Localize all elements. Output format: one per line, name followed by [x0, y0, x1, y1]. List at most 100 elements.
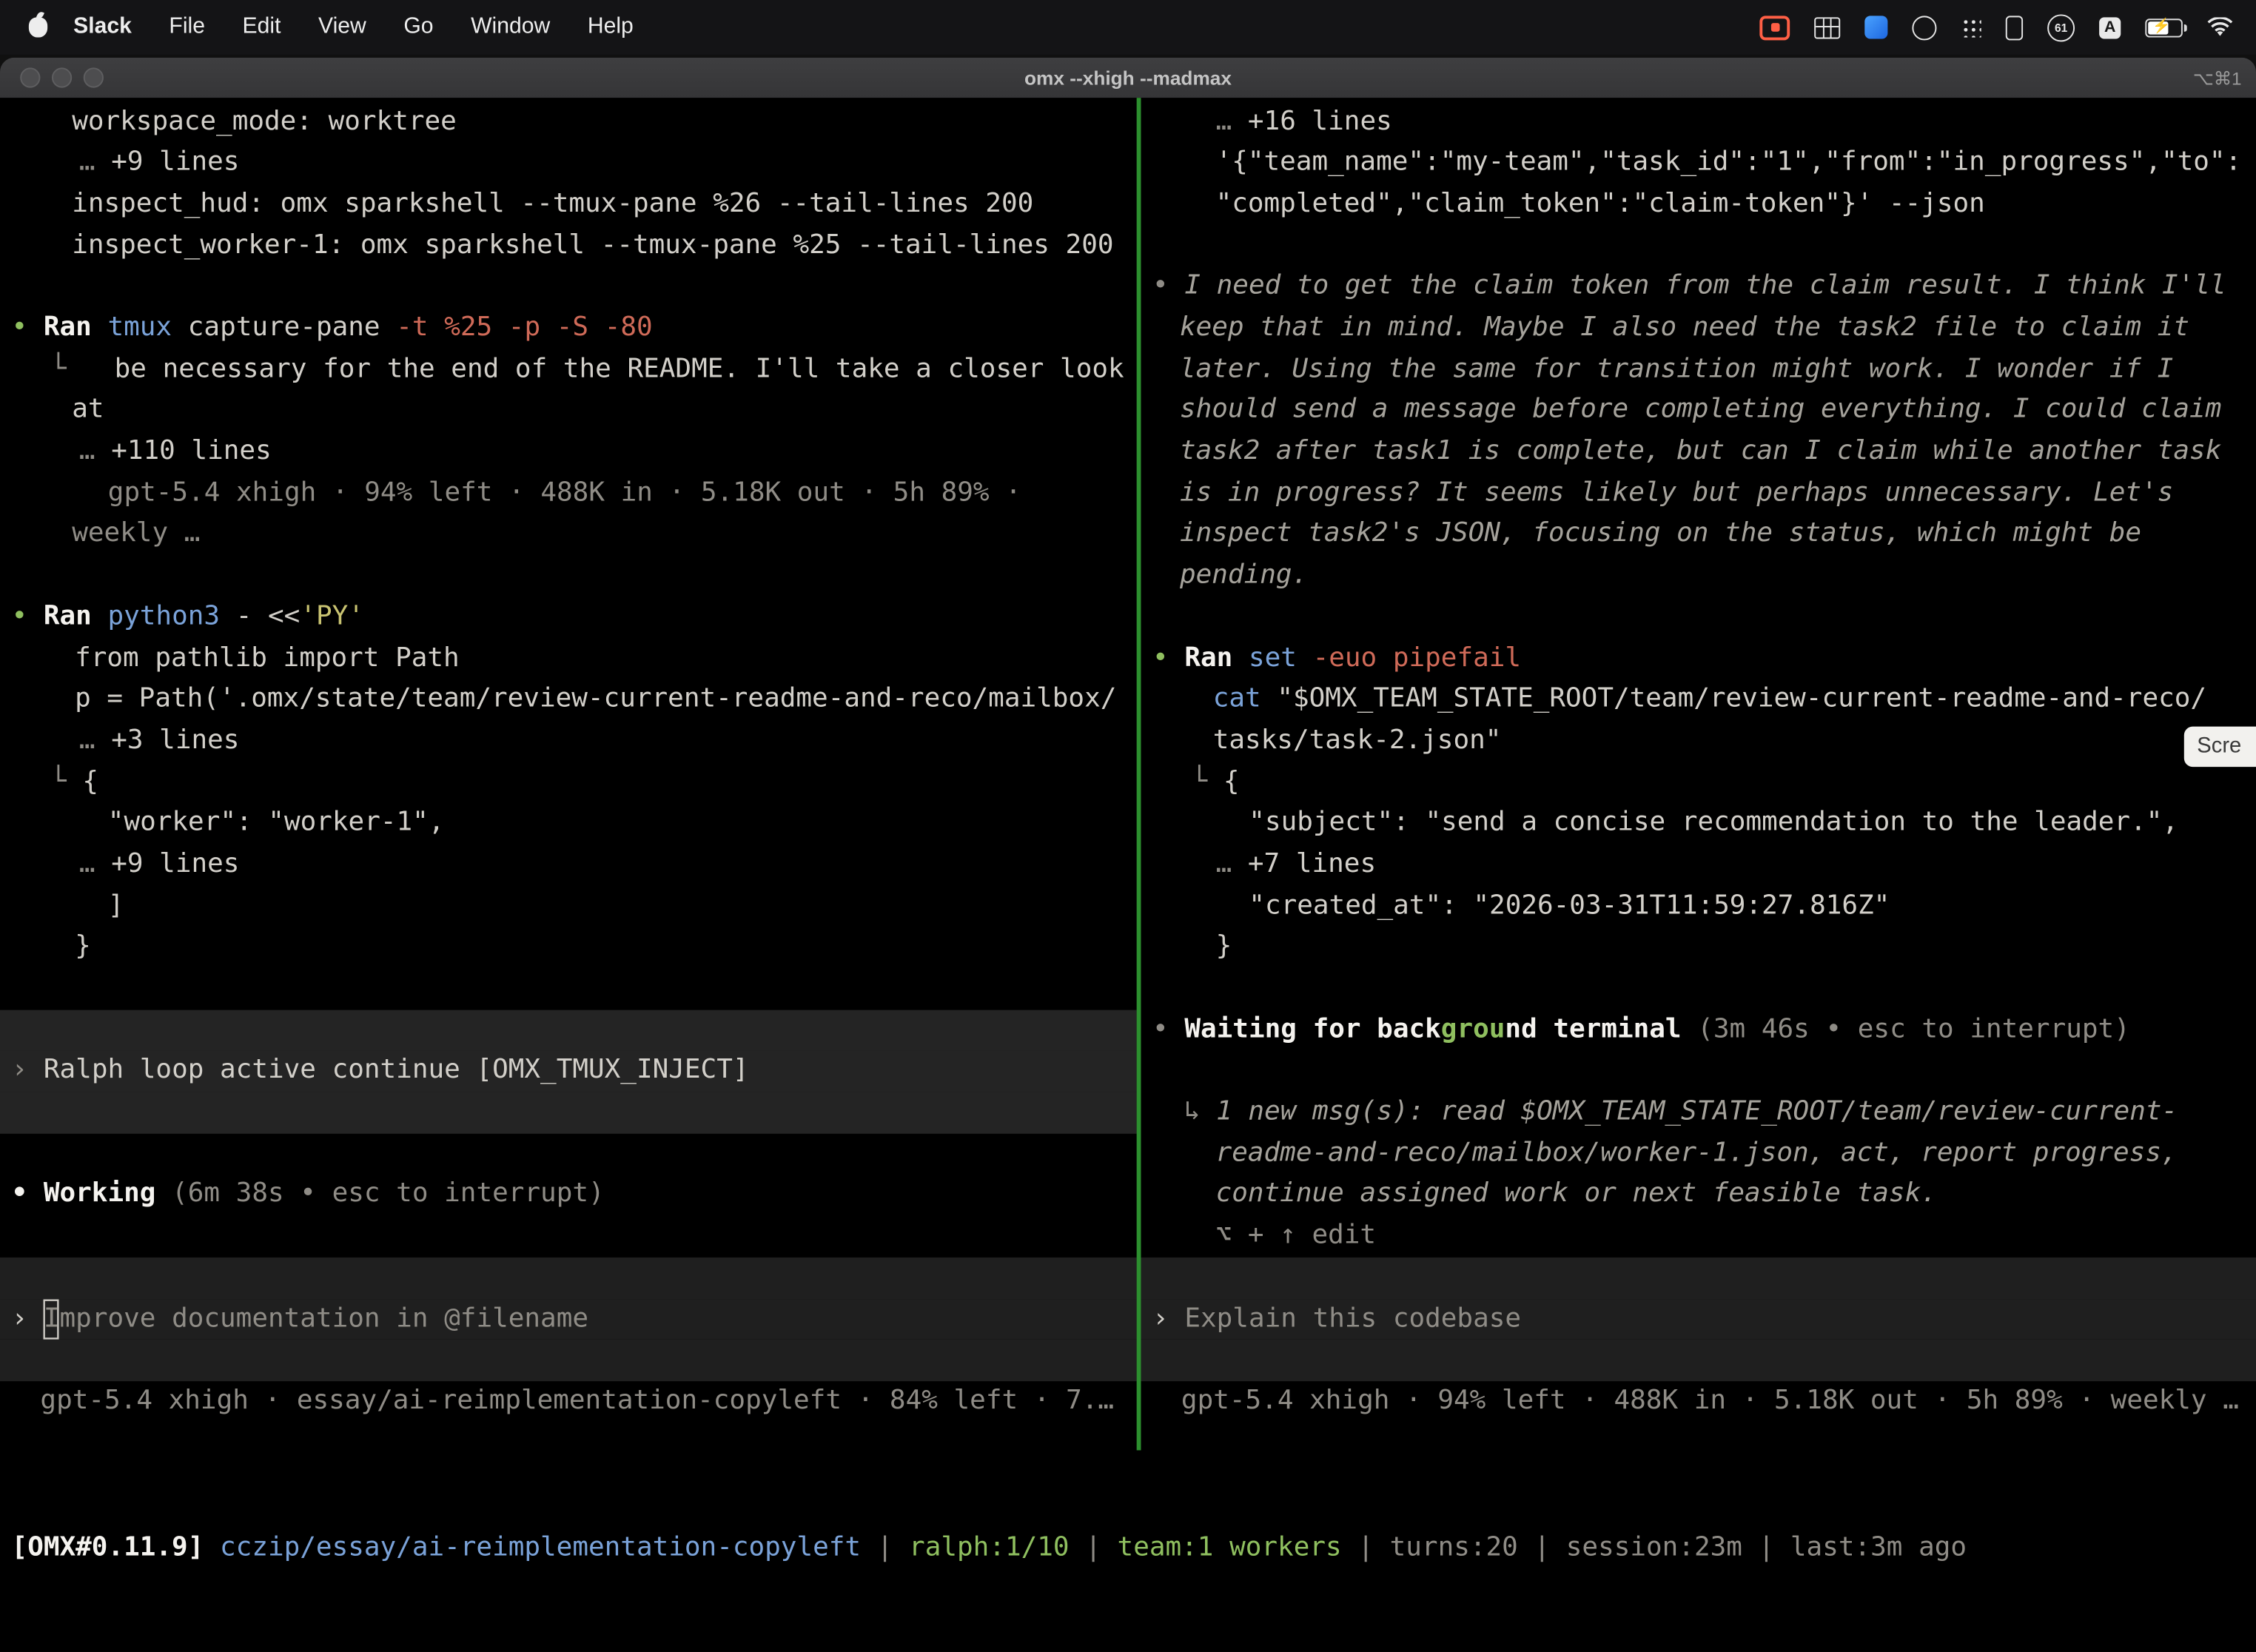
battery-charging-icon[interactable]: ⚡	[2145, 18, 2183, 36]
text-segment: inspect task2's JSON, focusing on the st…	[1180, 519, 2141, 549]
terminal-line: later. Using the same for transition mig…	[1141, 349, 2256, 391]
terminal-line: … +16 lines	[1141, 101, 2256, 143]
prompt-input-line[interactable]	[0, 1340, 1137, 1381]
menu-go[interactable]: Go	[403, 14, 433, 40]
title-bar[interactable]: omx --xhigh --madmax ⌥⌘1	[0, 58, 2256, 99]
text-segment: Ran	[44, 312, 92, 343]
terminal-line: from pathlib import Path	[0, 638, 1137, 679]
prompt-input-line[interactable]	[1141, 1340, 2256, 1381]
text-segment: "created_at": "2026-03-31T11:59:27.816Z"	[1249, 890, 1890, 921]
text-segment: task2 after task1 is complete, but can I…	[1180, 436, 2221, 466]
text-segment: 'PY'	[300, 601, 364, 631]
text-segment: {	[1223, 766, 1240, 796]
menu-bar-left: Slack File Edit View Go Window Help	[0, 14, 634, 40]
text-segment: | turns:20 | session:23m | last:3m ago	[1342, 1532, 1967, 1562]
text-segment: capture-pane	[172, 312, 396, 343]
terminal-line: '{"team_name":"my-team","task_id":"1","f…	[1141, 143, 2256, 184]
tmux-pane-right[interactable]: … +16 lines '{"team_name":"my-team","task…	[1141, 101, 2256, 1422]
terminal-line: is in progress? It seems likely but perh…	[1141, 473, 2256, 514]
apple-menu-icon[interactable]	[29, 17, 47, 37]
text-segment: (6m 38s • esc to interrupt)	[155, 1179, 604, 1209]
menu-file[interactable]: File	[169, 14, 205, 40]
text-segment: team:1 workers	[1118, 1532, 1342, 1562]
text-segment: •	[1152, 271, 1184, 301]
text-segment: …	[1216, 849, 1248, 879]
grid-app-icon[interactable]	[1814, 16, 1840, 38]
terminal-line: should send a message before completing …	[1141, 391, 2256, 432]
gauge-61-icon[interactable]: 61	[2047, 13, 2075, 41]
blue-app-icon[interactable]	[1864, 16, 1887, 38]
terminal-line: … +9 lines	[0, 845, 1137, 886]
terminal-line	[0, 1092, 1137, 1134]
wifi-icon[interactable]	[2207, 17, 2233, 37]
terminal-line: … +110 lines	[0, 432, 1137, 473]
text-segment: +7 lines	[1248, 849, 1376, 879]
text-segment: +110 lines	[111, 436, 272, 466]
terminal-line: • Working (6m 38s • esc to interrupt)	[0, 1175, 1137, 1216]
terminal-line	[0, 968, 1137, 1010]
terminal-line: • Waiting for background terminal (3m 46…	[1141, 1010, 2256, 1051]
terminal-line: "completed","claim_token":"claim-token"}…	[1141, 184, 2256, 226]
text-segment: '{"team_name":"my-team","task_id":"1","f…	[1216, 147, 2242, 178]
text-segment: weekly …	[72, 519, 200, 549]
text-segment: tasks/task-2.json"	[1213, 725, 1502, 756]
desktop: Slack File Edit View Go Window Help 61 A…	[0, 0, 2256, 1652]
device-icon[interactable]	[2006, 15, 2023, 39]
text-segment: mprove documentation in @filename	[60, 1303, 588, 1333]
text-segment: inspect_worker-1: omx sparkshell --tmux-…	[72, 229, 1113, 260]
terminal-line	[0, 1010, 1137, 1051]
terminal-line: at	[0, 391, 1137, 432]
menu-window[interactable]: Window	[471, 14, 550, 40]
menu-bar-status-icons: 61 A ⚡	[1759, 13, 2256, 41]
text-segment: -t %25 -p -S -80	[396, 312, 652, 343]
tmux-pane-left[interactable]: workspace_mode: worktree… +9 linesinspec…	[0, 101, 1137, 1422]
terminal-line: • Ran python3 - <<'PY'	[0, 597, 1137, 638]
terminal-line: }	[0, 927, 1137, 969]
input-source-icon[interactable]: A	[2099, 16, 2121, 38]
text-segment: "$OMX_TEAM_STATE_ROOT/team/review-curren…	[1277, 684, 2206, 714]
menu-help[interactable]: Help	[588, 14, 634, 40]
circle-app-icon[interactable]	[1912, 15, 1936, 39]
text-segment: "subject": "send a concise recommendatio…	[1249, 807, 2178, 838]
text-segment: later. Using the same for transition mig…	[1180, 354, 2173, 384]
terminal-line: pending.	[1141, 556, 2256, 597]
text-segment: •	[1152, 1014, 1184, 1044]
text-segment: 1 new msg(s): read $OMX_TEAM_STATE_ROOT/…	[1216, 1096, 2178, 1126]
text-segment: continue assigned work or next feasible …	[1216, 1179, 1937, 1209]
dots-grid-icon[interactable]	[1961, 17, 1981, 37]
terminal-line: inspect_hud: omx sparkshell --tmux-pane …	[0, 184, 1137, 226]
text-segment: "worker": "worker-1",	[108, 807, 445, 838]
text-segment: readme-and-reco/mailbox/worker-1.json, a…	[1216, 1138, 2178, 1168]
text-segment: [OMX#0.11.9]	[12, 1532, 220, 1562]
window-title: omx --xhigh --madmax	[0, 67, 2256, 88]
prompt-input-line[interactable]	[0, 1258, 1137, 1299]
terminal-line: ]	[0, 886, 1137, 927]
text-segment: …	[79, 147, 111, 178]
terminal-window: omx --xhigh --madmax ⌥⌘1 workspace_mode:…	[0, 58, 2256, 1652]
menu-app-name[interactable]: Slack	[73, 14, 132, 40]
text-segment: •	[12, 601, 44, 631]
text-segment: ›	[1152, 1303, 1184, 1333]
prompt-input-line[interactable]: › Explain this codebase	[1141, 1298, 2256, 1340]
menu-edit[interactable]: Edit	[243, 14, 281, 40]
text-segment: nd terminal	[1505, 1014, 1681, 1044]
charging-bolt-icon: ⚡	[2152, 18, 2170, 33]
prompt-input-line[interactable]	[1141, 1258, 2256, 1299]
text-segment: |	[1070, 1532, 1118, 1562]
terminal-line: weekly …	[0, 514, 1137, 556]
text-segment: }	[75, 931, 91, 961]
text-segment: •	[12, 312, 44, 343]
terminal-line: ⌥ + ↑ edit	[1141, 1216, 2256, 1258]
screen-recording-stop-icon[interactable]	[1759, 15, 1790, 39]
terminal-line: • I need to get the claim token from the…	[1141, 266, 2256, 308]
prompt-input-line[interactable]: › Improve documentation in @filename	[0, 1298, 1137, 1340]
terminal-line: • Ran tmux capture-pane -t %25 -p -S -80	[0, 308, 1137, 349]
text-segment: |	[861, 1532, 909, 1562]
text-segment: tmux	[92, 312, 172, 343]
text-segment: Explain this codebase	[1184, 1303, 1521, 1333]
terminal-line	[1141, 226, 2256, 267]
text-segment: …	[79, 725, 111, 756]
menu-view[interactable]: View	[318, 14, 366, 40]
text-segment: I need to get the claim token from the c…	[1184, 271, 2226, 301]
terminal-line	[0, 1216, 1137, 1258]
